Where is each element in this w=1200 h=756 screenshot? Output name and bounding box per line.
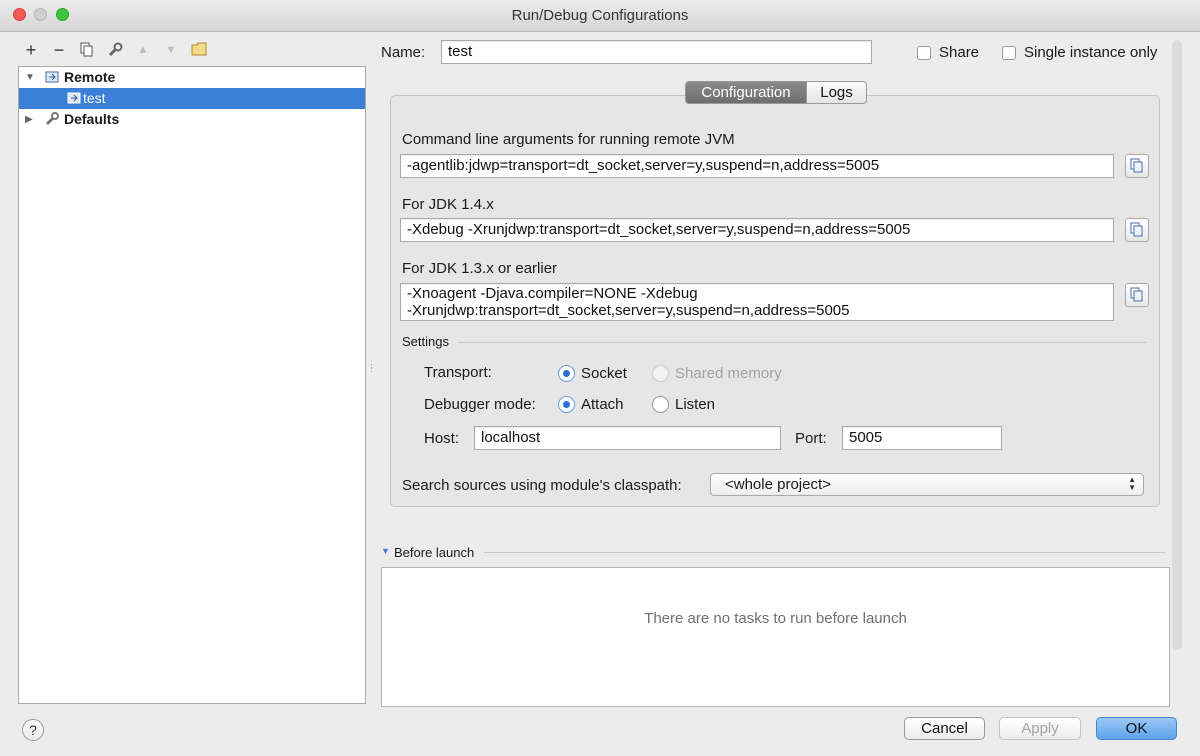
- share-checkbox[interactable]: [917, 46, 931, 60]
- tree-item-label: Defaults: [64, 111, 120, 127]
- title-bar: Run/Debug Configurations: [0, 0, 1200, 32]
- tab-configuration[interactable]: Configuration: [685, 81, 807, 104]
- before-launch-toggle-icon[interactable]: ▼: [381, 546, 390, 556]
- window-title: Run/Debug Configurations: [511, 7, 689, 24]
- apply-button[interactable]: Apply: [999, 717, 1081, 740]
- before-launch-divider: [484, 552, 1165, 553]
- copy-icon: [80, 42, 93, 57]
- copy-icon: [1130, 158, 1143, 173]
- select-arrows-icon: ▲ ▼: [1128, 475, 1136, 492]
- mode-listen-radio[interactable]: [652, 396, 669, 413]
- jdk13-args-line: -Xrunjdwp:transport=dt_socket,server=y,s…: [407, 302, 850, 319]
- share-label: Share: [939, 44, 980, 61]
- search-sources-label: Search sources using module's classpath:: [402, 477, 682, 494]
- copy-icon: [1130, 222, 1143, 237]
- single-instance-label: Single instance only: [1024, 44, 1158, 61]
- expand-arrow-icon[interactable]: ▼: [25, 67, 35, 88]
- collapse-arrow-icon[interactable]: ▶: [25, 109, 33, 130]
- remote-config-icon: [45, 71, 59, 83]
- folder-icon: [191, 42, 207, 56]
- before-launch-list[interactable]: There are no tasks to run before launch: [381, 567, 1170, 707]
- mode-listen-label: Listen: [675, 396, 716, 413]
- jdk13-args-field[interactable]: -Xnoagent -Djava.compiler=NONE -Xdebug -…: [400, 283, 1114, 321]
- transport-shared-memory-label: Shared memory: [675, 365, 782, 382]
- folder-button[interactable]: [189, 40, 209, 60]
- transport-shared-memory-radio[interactable]: [652, 365, 669, 382]
- host-input[interactable]: localhost: [474, 426, 781, 450]
- cmd-args-field[interactable]: -agentlib:jdwp=transport=dt_socket,serve…: [400, 154, 1114, 178]
- move-up-button[interactable]: ▲: [133, 40, 153, 60]
- transport-socket-label: Socket: [581, 365, 627, 382]
- copy-configuration-button[interactable]: [77, 40, 97, 60]
- mode-attach-label: Attach: [581, 396, 624, 413]
- jdk14-label: For JDK 1.4.x: [402, 196, 494, 213]
- jdk13-args-line: -Xnoagent -Djava.compiler=NONE -Xdebug: [407, 285, 698, 302]
- tree-item-test[interactable]: test: [19, 88, 365, 109]
- transport-socket-radio[interactable]: [558, 365, 575, 382]
- search-sources-select[interactable]: <whole project> ▲ ▼: [710, 473, 1144, 496]
- host-label: Host:: [424, 430, 460, 447]
- settings-section-label: Settings: [402, 334, 449, 349]
- tree-item-label: test: [83, 90, 106, 106]
- cancel-button[interactable]: Cancel: [904, 717, 985, 740]
- tree-item-remote[interactable]: ▼ Remote: [19, 67, 365, 88]
- splitter-handle[interactable]: ⋮ ⋮: [367, 360, 376, 376]
- help-button[interactable]: ?: [22, 719, 44, 741]
- before-launch-label[interactable]: Before launch: [394, 545, 474, 560]
- debugger-mode-label: Debugger mode:: [424, 396, 536, 413]
- add-configuration-button[interactable]: +: [21, 40, 41, 60]
- name-input[interactable]: test: [441, 40, 872, 64]
- search-sources-value: <whole project>: [725, 476, 831, 493]
- copy-icon: [1130, 287, 1143, 302]
- jdk13-label: For JDK 1.3.x or earlier: [402, 260, 558, 277]
- remove-configuration-button[interactable]: −: [49, 40, 69, 60]
- settings-divider: [458, 342, 1146, 343]
- single-instance-checkbox[interactable]: [1002, 46, 1016, 60]
- port-label: Port:: [795, 430, 827, 447]
- tree-item-defaults[interactable]: ▶ Defaults: [19, 109, 365, 130]
- mode-attach-radio[interactable]: [558, 396, 575, 413]
- copy-cmd-args-button[interactable]: [1125, 154, 1149, 178]
- copy-jdk14-button[interactable]: [1125, 218, 1149, 242]
- vertical-scrollbar[interactable]: [1172, 40, 1182, 650]
- move-down-button[interactable]: ▼: [161, 40, 181, 60]
- remote-config-icon: [67, 92, 81, 104]
- copy-jdk13-button[interactable]: [1125, 283, 1149, 307]
- wrench-icon: [108, 42, 123, 57]
- port-input[interactable]: 5005: [842, 426, 1002, 450]
- tab-logs[interactable]: Logs: [806, 81, 867, 104]
- edit-defaults-button[interactable]: [105, 40, 125, 60]
- name-label: Name:: [381, 44, 426, 61]
- wrench-icon: [45, 112, 59, 126]
- configuration-tree[interactable]: ▼ Remote test ▶ Defaults: [18, 66, 366, 704]
- jdk14-args-field[interactable]: -Xdebug -Xrunjdwp:transport=dt_socket,se…: [400, 218, 1114, 242]
- tree-item-label: Remote: [64, 69, 116, 85]
- transport-label: Transport:: [424, 364, 492, 381]
- before-launch-empty-text: There are no tasks to run before launch: [644, 610, 907, 627]
- ok-button[interactable]: OK: [1096, 717, 1177, 740]
- cmd-args-label: Command line arguments for running remot…: [402, 131, 735, 148]
